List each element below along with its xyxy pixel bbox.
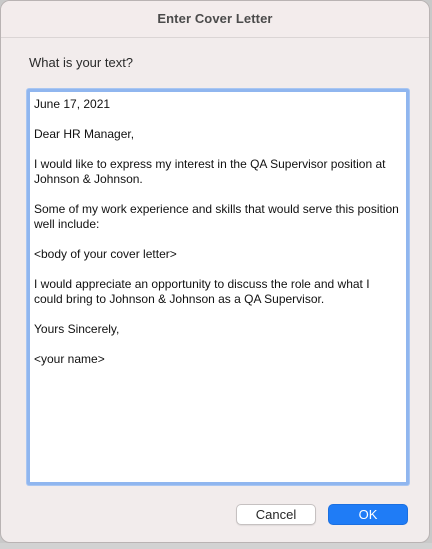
dialog-window: Enter Cover Letter What is your text? Ju… xyxy=(0,0,430,543)
prompt-label: What is your text? xyxy=(29,55,134,70)
ok-button[interactable]: OK xyxy=(328,504,408,525)
dialog-title: Enter Cover Letter xyxy=(157,11,273,26)
background-strip xyxy=(0,543,432,549)
title-divider xyxy=(1,37,429,38)
cancel-button[interactable]: Cancel xyxy=(236,504,316,525)
title-bar: Enter Cover Letter xyxy=(1,1,429,37)
cover-letter-textarea[interactable]: June 17, 2021 Dear HR Manager, I would l… xyxy=(27,89,409,485)
